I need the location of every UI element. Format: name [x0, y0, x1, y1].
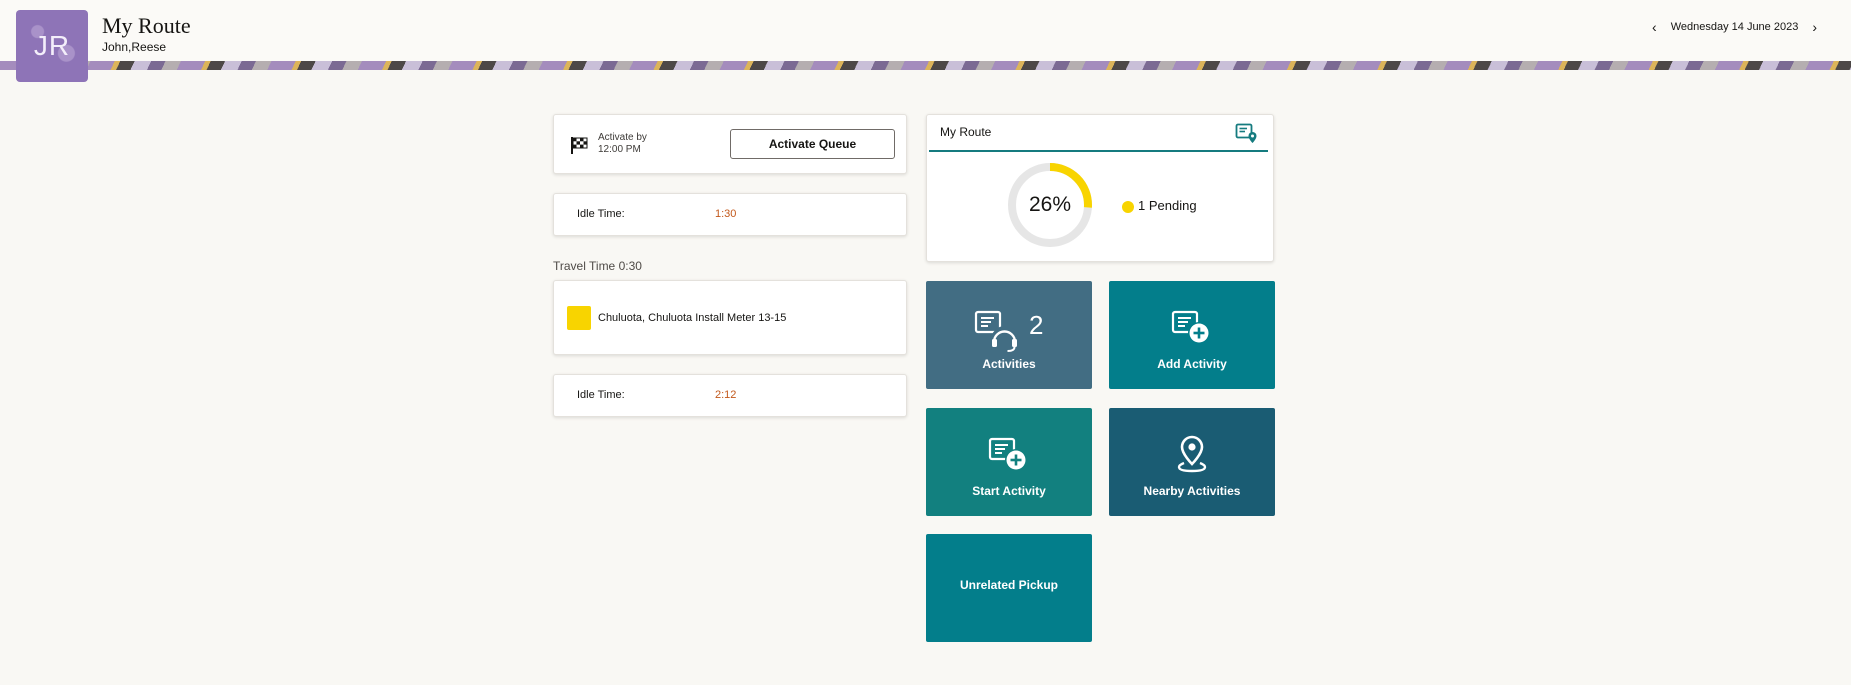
unrelated-pickup-tile-label: Unrelated Pickup: [959, 578, 1059, 592]
activities-tile[interactable]: 2 Activities: [926, 281, 1092, 389]
idle-time-value: 2:12: [715, 389, 737, 401]
route-progress-percent: 26%: [1028, 193, 1072, 216]
route-title-underline: [929, 150, 1268, 152]
activate-by-info: Activate by 12:00 PM: [598, 132, 647, 156]
current-date: Wednesday 14 June 2023: [1670, 21, 1799, 33]
idle-time-label: Idle Time:: [577, 389, 625, 401]
location-pin-icon: [1177, 435, 1207, 473]
checkered-flag-icon: [571, 137, 588, 154]
activities-headset-icon: [974, 310, 1018, 352]
idle-time-card: Idle Time: 1:30: [553, 193, 907, 236]
idle-time-value: 1:30: [715, 208, 737, 220]
activity-status-indicator: [567, 306, 591, 330]
my-route-card: My Route 26% 1 Pending: [926, 114, 1274, 262]
start-activity-tile-label: Start Activity: [972, 484, 1046, 498]
user-name: John,Reese: [102, 40, 167, 54]
chevron-left-icon[interactable]: ‹: [1652, 19, 1657, 35]
page-title: My Route: [102, 13, 191, 38]
pending-count: 1 Pending: [1138, 198, 1197, 213]
activity-card[interactable]: Chuluota, Chuluota Install Meter 13-15: [553, 280, 907, 355]
travel-time: Travel Time 0:30: [553, 259, 642, 273]
activities-tile-label: Activities: [982, 357, 1036, 371]
date-navigator: ‹ Wednesday 14 June 2023 ›: [1652, 19, 1817, 35]
queue-card: Activate by 12:00 PM Activate Queue: [553, 114, 907, 174]
activate-queue-button[interactable]: Activate Queue: [730, 129, 895, 159]
idle-time-label: Idle Time:: [577, 208, 625, 220]
route-card-title: My Route: [940, 125, 992, 139]
nearby-activities-tile-label: Nearby Activities: [1143, 484, 1241, 498]
pending-status-dot: [1122, 201, 1134, 213]
idle-time-card: Idle Time: 2:12: [553, 374, 907, 417]
activate-by-label: Activate by: [598, 132, 647, 143]
unrelated-pickup-tile[interactable]: Unrelated Pickup: [926, 534, 1092, 642]
page-header: My Route John,Reese ‹ Wednesday 14 June …: [0, 0, 1851, 62]
chevron-right-icon[interactable]: ›: [1812, 19, 1817, 35]
activate-by-time: 12:00 PM: [598, 144, 641, 155]
activity-title: Chuluota, Chuluota Install Meter 13-15: [598, 312, 787, 324]
header-banner: [0, 61, 1851, 70]
avatar[interactable]: JR: [16, 10, 88, 82]
start-activity-icon: [988, 437, 1027, 471]
add-activity-icon: [1171, 310, 1210, 344]
add-activity-tile[interactable]: Add Activity: [1109, 281, 1275, 389]
activities-count: 2: [1029, 310, 1044, 340]
nearby-activities-tile[interactable]: Nearby Activities: [1109, 408, 1275, 516]
start-activity-tile[interactable]: Start Activity: [926, 408, 1092, 516]
add-activity-tile-label: Add Activity: [1157, 357, 1227, 371]
route-map-icon[interactable]: [1235, 123, 1259, 145]
